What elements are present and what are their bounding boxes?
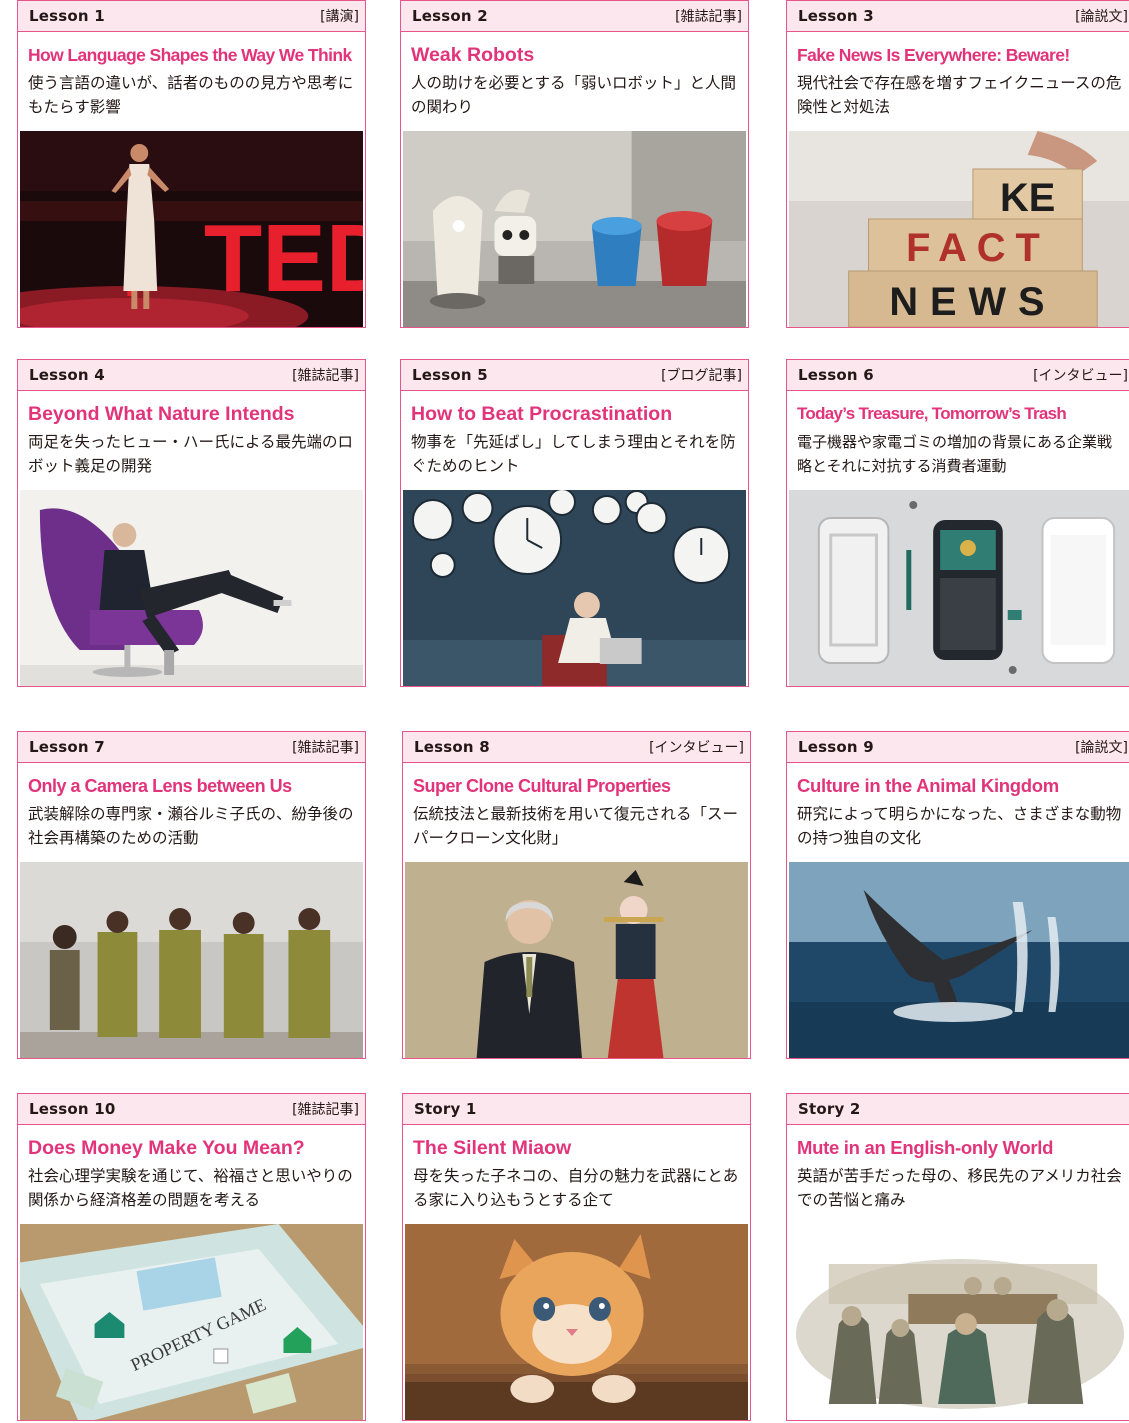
lesson-title: The Silent Miaow bbox=[413, 1137, 572, 1159]
weak-robots-photo bbox=[403, 131, 746, 327]
genre-tag: [論説文] bbox=[1075, 9, 1128, 25]
lesson-card-4[interactable]: Lesson 4 [雑誌記事] Beyond What Nature Inten… bbox=[17, 359, 366, 687]
lesson-description: 武装解除の専門家・瀬谷ルミ子氏の、紛争後の社会再構築のための活動 bbox=[28, 805, 354, 847]
lesson-title: How to Beat Procrastination bbox=[411, 403, 673, 425]
lesson-card-6[interactable]: Lesson 6 [インタビュー] Today’s Treasure, Tomo… bbox=[786, 359, 1129, 687]
man-and-flute-statue-photo bbox=[405, 862, 748, 1058]
card-header: Lesson 8 [インタビュー] bbox=[403, 732, 750, 763]
blocks-middle-text: FACT bbox=[906, 226, 1050, 270]
lesson-title: Only a Camera Lens between Us bbox=[28, 776, 292, 796]
lesson-title: Mute in an English-only World bbox=[797, 1137, 1054, 1158]
card-header: Lesson 9 [論説文] bbox=[787, 732, 1129, 763]
lesson-grid: Lesson 1 [講演] How Language Shapes the Wa… bbox=[0, 0, 1129, 1423]
card-header: Lesson 6 [インタビュー] bbox=[787, 360, 1129, 391]
disassembled-smartphone-photo bbox=[789, 490, 1129, 686]
genre-tag: [ブログ記事] bbox=[661, 368, 742, 384]
lesson-title: Super Clone Cultural Properties bbox=[413, 776, 671, 796]
lesson-description: 物事を「先延ばし」してしまう理由とそれを防ぐためのヒント bbox=[411, 433, 736, 475]
lesson-description: 社会心理学実験を通じて、裕福さと思いやりの関係から経済格差の問題を考える bbox=[28, 1167, 353, 1209]
lesson-description: 現代社会で存在感を増すフェイクニュースの危険性と対処法 bbox=[797, 74, 1122, 116]
card-header: Lesson 3 [論説文] bbox=[787, 1, 1129, 32]
genre-tag: [雑誌記事] bbox=[292, 368, 359, 384]
genre-tag: [雑誌記事] bbox=[292, 1102, 359, 1118]
ted-logo-text: TED bbox=[204, 205, 363, 312]
lesson-label: Lesson 7 bbox=[29, 738, 105, 756]
genre-tag: [雑誌記事] bbox=[292, 740, 359, 756]
lesson-description: 伝統技法と最新技術を用いて復元される「スーパークローン文化財」 bbox=[413, 805, 739, 847]
kitten-photo bbox=[405, 1224, 748, 1420]
lesson-label: Lesson 10 bbox=[29, 1100, 116, 1118]
immigrants-illustration bbox=[789, 1224, 1129, 1420]
lesson-label: Story 2 bbox=[798, 1100, 861, 1118]
lesson-label: Lesson 1 bbox=[29, 7, 105, 25]
blocks-bottom-text: NEWS bbox=[889, 280, 1056, 324]
lesson-title: Does Money Make You Mean? bbox=[28, 1137, 305, 1159]
lesson-title: Culture in the Animal Kingdom bbox=[797, 775, 1059, 796]
genre-tag: [講演] bbox=[320, 9, 359, 25]
card-header: Lesson 2 [雑誌記事] bbox=[401, 1, 748, 32]
lesson-title: Beyond What Nature Intends bbox=[28, 403, 295, 425]
lesson-card-5[interactable]: Lesson 5 [ブログ記事] How to Beat Procrastina… bbox=[400, 359, 749, 687]
lesson-description: 英語が苦手だった母の、移民先のアメリカ社会での苦悩と痛み bbox=[797, 1167, 1122, 1209]
story-card-2[interactable]: Story 2 Mute in an English-only World 英語… bbox=[786, 1093, 1129, 1421]
lesson-card-9[interactable]: Lesson 9 [論説文] Culture in the Animal Kin… bbox=[786, 731, 1129, 1059]
lesson-title: Fake News Is Everywhere: Beware! bbox=[797, 45, 1070, 65]
lesson-description: 人の助けを必要とする「弱いロボット」と人間の関わり bbox=[411, 74, 737, 116]
whale-tail-photo bbox=[789, 862, 1129, 1058]
card-header: Lesson 10 [雑誌記事] bbox=[18, 1094, 365, 1125]
lesson-label: Lesson 4 bbox=[29, 366, 105, 384]
lesson-label: Lesson 2 bbox=[412, 7, 488, 25]
card-header: Lesson 5 [ブログ記事] bbox=[401, 360, 748, 391]
lesson-title: Today’s Treasure, Tomorrow’s Trash bbox=[797, 404, 1067, 423]
card-header: Lesson 7 [雑誌記事] bbox=[18, 732, 365, 763]
prosthetic-legs-man-photo bbox=[20, 490, 363, 686]
lesson-label: Lesson 6 bbox=[798, 366, 874, 384]
lesson-label: Lesson 9 bbox=[798, 738, 874, 756]
genre-tag: [雑誌記事] bbox=[675, 9, 742, 25]
lesson-label: Lesson 3 bbox=[798, 7, 874, 25]
lesson-title: How Language Shapes the Way We Think bbox=[28, 45, 352, 65]
lesson-label: Story 1 bbox=[414, 1100, 477, 1118]
lesson-description: 研究によって明らかになった、さまざまな動物の持つ独自の文化 bbox=[797, 805, 1122, 847]
lesson-card-2[interactable]: Lesson 2 [雑誌記事] Weak Robots 人の助けを必要とする「弱… bbox=[400, 0, 749, 328]
lesson-card-1[interactable]: Lesson 1 [講演] How Language Shapes the Wa… bbox=[17, 0, 366, 328]
lesson-description: 両足を失ったヒュー・ハー氏による最先端のロボット義足の開発 bbox=[28, 433, 354, 475]
genre-tag: [インタビュー] bbox=[1033, 368, 1128, 384]
clocks-woman-laptop-photo bbox=[403, 490, 746, 686]
card-header: Lesson 1 [講演] bbox=[18, 1, 365, 32]
property-board-game-photo: PROPERTY GAME bbox=[20, 1224, 363, 1420]
lesson-description: 母を失った子ネコの、自分の魅力を武器にとある家に入り込もうとする企て bbox=[413, 1167, 739, 1209]
lesson-card-10[interactable]: Lesson 10 [雑誌記事] Does Money Make You Mea… bbox=[17, 1093, 366, 1421]
card-header: Lesson 4 [雑誌記事] bbox=[18, 360, 365, 391]
fake-news-blocks-photo: KE FACT NEWS bbox=[789, 131, 1129, 327]
lesson-label: Lesson 8 bbox=[414, 738, 490, 756]
group-in-uniforms-photo bbox=[20, 862, 363, 1058]
lesson-label: Lesson 5 bbox=[412, 366, 488, 384]
lesson-description: 電子機器や家電ゴミの増加の背景にある企業戦略とそれに対抗する消費者運動 bbox=[797, 433, 1113, 475]
lesson-card-7[interactable]: Lesson 7 [雑誌記事] Only a Camera Lens betwe… bbox=[17, 731, 366, 1059]
lesson-card-8[interactable]: Lesson 8 [インタビュー] Super Clone Cultural P… bbox=[402, 731, 751, 1059]
genre-tag: [インタビュー] bbox=[649, 740, 744, 756]
lesson-description: 使う言語の違いが、話者のものの見方や思考にもたらす影響 bbox=[28, 74, 354, 116]
lesson-title: Weak Robots bbox=[411, 44, 535, 66]
story-card-1[interactable]: Story 1 The Silent Miaow 母を失った子ネコの、自分の魅力… bbox=[402, 1093, 751, 1421]
card-header: Story 1 bbox=[403, 1094, 750, 1125]
card-header: Story 2 bbox=[787, 1094, 1129, 1125]
ted-talk-stage-photo: TED bbox=[20, 131, 363, 327]
lesson-card-3[interactable]: Lesson 3 [論説文] Fake News Is Everywhere: … bbox=[786, 0, 1129, 328]
blocks-top-text: KE bbox=[1000, 176, 1055, 220]
genre-tag: [論説文] bbox=[1075, 740, 1128, 756]
